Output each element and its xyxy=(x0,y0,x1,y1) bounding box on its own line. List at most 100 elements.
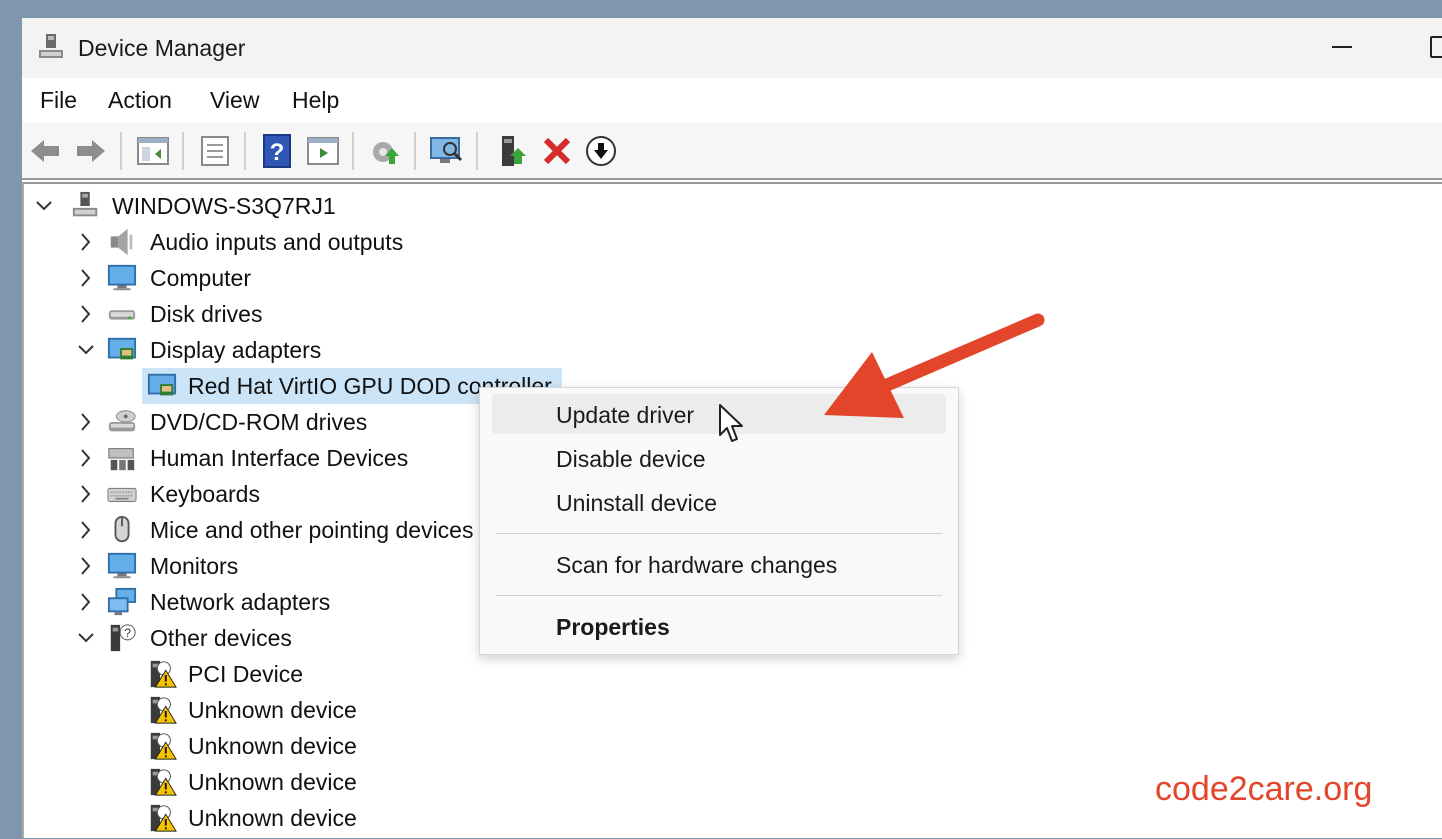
toolbar-separator xyxy=(352,132,354,170)
warning-device-icon xyxy=(146,767,178,797)
menu-item-properties[interactable]: Properties xyxy=(492,606,946,646)
menu-view[interactable]: View xyxy=(210,87,259,114)
monitor-icon xyxy=(106,551,138,581)
watermark: code2care.org xyxy=(1155,770,1373,808)
forward-icon[interactable] xyxy=(74,134,108,168)
menu-item-label: Uninstall device xyxy=(556,490,718,516)
chevron-right-icon[interactable] xyxy=(76,444,96,472)
menu-item-label: Disable device xyxy=(556,446,706,472)
menu-help[interactable]: Help xyxy=(292,87,339,114)
svg-text:?: ? xyxy=(270,139,285,166)
menu-item-label: Scan for hardware changes xyxy=(556,552,838,578)
window-title: Device Manager xyxy=(78,35,246,61)
tree-item-label: Network adapters xyxy=(150,589,331,615)
tree-device-pci-device[interactable]: PCI Device xyxy=(142,656,742,692)
minimize-button[interactable] xyxy=(1332,46,1352,48)
warning-device-icon xyxy=(146,695,178,725)
enable-device-icon[interactable] xyxy=(496,134,530,168)
toolbar-separator xyxy=(414,132,416,170)
uninstall-icon[interactable] xyxy=(540,134,574,168)
display-adapter-icon xyxy=(106,335,138,365)
update-driver-icon[interactable] xyxy=(368,134,402,168)
menu-separator xyxy=(496,595,942,596)
run-icon[interactable] xyxy=(306,134,340,168)
chevron-right-icon[interactable] xyxy=(76,480,96,508)
tree-device-unknown-device[interactable]: Unknown device xyxy=(142,692,742,728)
annotation-arrow xyxy=(824,313,1045,418)
tree-root-label: WINDOWS-S3Q7RJ1 xyxy=(112,193,336,219)
computer-root-icon xyxy=(70,191,102,221)
chevron-right-icon[interactable] xyxy=(76,516,96,544)
menu-separator xyxy=(496,533,942,534)
tree-item-label: Display adapters xyxy=(150,337,322,363)
menu-file[interactable]: File xyxy=(40,87,77,114)
tree-device-unknown-device[interactable]: Unknown device xyxy=(142,728,742,764)
warning-device-icon xyxy=(146,803,178,833)
dvd-drive-icon xyxy=(106,407,138,437)
properties-icon[interactable] xyxy=(198,134,232,168)
chevron-right-icon[interactable] xyxy=(76,264,96,292)
menu-item-uninstall-device[interactable]: Uninstall device xyxy=(492,482,946,522)
tree-item-label: PCI Device xyxy=(188,661,304,687)
disable-device-icon[interactable] xyxy=(584,134,618,168)
chevron-right-icon[interactable] xyxy=(76,228,96,256)
display-adapter-icon xyxy=(146,371,178,401)
tree-item-label: Keyboards xyxy=(150,481,260,507)
toolbar-separator xyxy=(244,132,246,170)
chevron-down-icon[interactable] xyxy=(34,192,54,220)
menu-item-label: Update driver xyxy=(556,402,695,428)
mouse-cursor xyxy=(719,404,743,442)
toolbar-separator xyxy=(476,132,478,170)
tree-item-label: Unknown device xyxy=(188,697,357,723)
tree-item-label: Computer xyxy=(150,265,251,291)
tree-device-unknown-device[interactable]: Unknown device xyxy=(142,800,742,836)
tree-category-computer[interactable]: Computer xyxy=(72,260,672,296)
disk-drive-icon xyxy=(106,299,138,329)
show-hide-tree-icon[interactable] xyxy=(136,134,170,168)
tree-item-label: Unknown device xyxy=(188,769,357,795)
chevron-down-icon[interactable] xyxy=(76,336,96,364)
chevron-right-icon[interactable] xyxy=(76,588,96,616)
tree-root[interactable]: WINDOWS-S3Q7RJ1 xyxy=(34,188,634,224)
menu-item-scan-for-hardware-changes[interactable]: Scan for hardware changes xyxy=(492,544,946,584)
mouse-icon xyxy=(106,515,138,545)
speaker-icon xyxy=(106,227,138,257)
hid-icon xyxy=(106,443,138,473)
tree-item-label: Mice and other pointing devices xyxy=(150,517,474,543)
tree-item-label: Unknown device xyxy=(188,733,357,759)
tree-category-display-adapters[interactable]: Display adapters xyxy=(72,332,672,368)
tree-category-disk-drives[interactable]: Disk drives xyxy=(72,296,672,332)
tree-category-audio-inputs-and-outputs[interactable]: Audio inputs and outputs xyxy=(72,224,672,260)
tree-item-label: Unknown device xyxy=(188,805,357,831)
chevron-right-icon[interactable] xyxy=(76,300,96,328)
device-manager-icon xyxy=(39,34,63,58)
warning-device-icon xyxy=(146,731,178,761)
scan-hardware-icon[interactable] xyxy=(430,134,464,168)
svg-text:?: ? xyxy=(124,626,131,640)
tree-item-label: DVD/CD-ROM drives xyxy=(150,409,368,435)
chevron-right-icon[interactable] xyxy=(76,408,96,436)
unknown-device-icon: ? xyxy=(106,623,138,653)
menu-item-label: Properties xyxy=(556,614,670,640)
warning-device-icon xyxy=(146,659,178,689)
toolbar: ? xyxy=(22,122,1442,180)
toolbar-separator xyxy=(182,132,184,170)
menu-bar: File Action View Help xyxy=(22,78,1442,122)
title-bar: Device Manager xyxy=(22,18,1442,78)
monitor-icon xyxy=(106,263,138,293)
tree-item-label: Other devices xyxy=(150,625,292,651)
menu-action[interactable]: Action xyxy=(108,87,172,114)
tree-device-unknown-device[interactable]: Unknown device xyxy=(142,764,742,800)
tree-item-label: Audio inputs and outputs xyxy=(150,229,404,255)
tree-item-label: Human Interface Devices xyxy=(150,445,409,471)
chevron-right-icon[interactable] xyxy=(76,552,96,580)
tree-item-label: Monitors xyxy=(150,553,239,579)
help-icon[interactable]: ? xyxy=(260,134,294,168)
maximize-button[interactable] xyxy=(1430,36,1442,58)
toolbar-separator xyxy=(120,132,122,170)
tree-item-label: Disk drives xyxy=(150,301,263,327)
keyboard-icon xyxy=(106,479,138,509)
back-icon[interactable] xyxy=(28,134,62,168)
chevron-down-icon[interactable] xyxy=(76,624,96,652)
network-adapter-icon xyxy=(106,587,138,617)
